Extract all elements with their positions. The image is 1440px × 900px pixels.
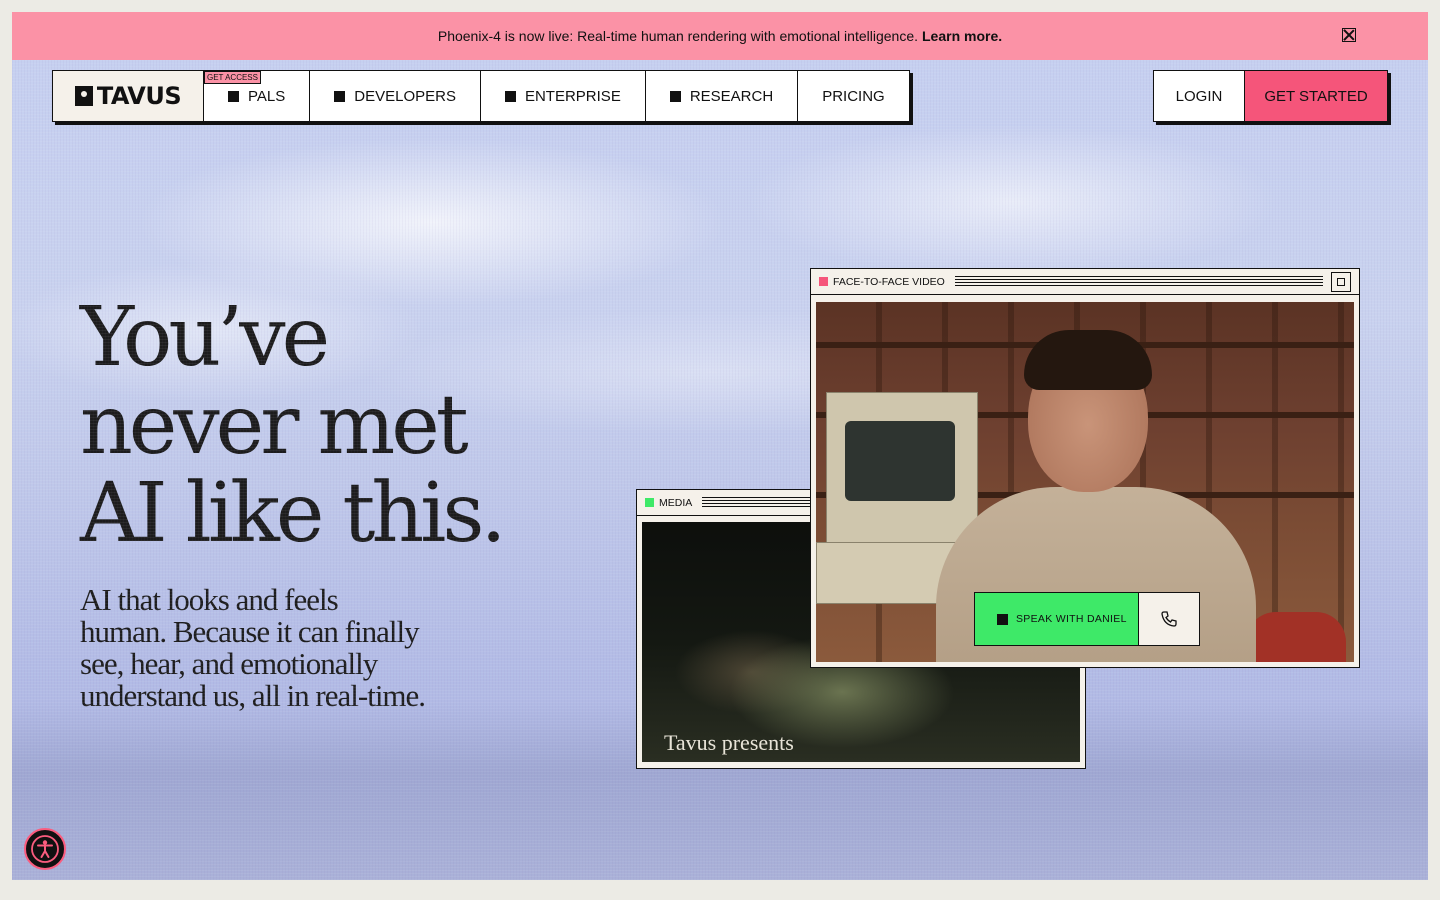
square-icon <box>228 90 239 102</box>
main-nav: TAVUS GET ACCESS PALS DEVELOPERS ENTERPR… <box>52 70 910 122</box>
nav-item-label: DEVELOPERS <box>354 87 456 105</box>
green-indicator-icon <box>645 498 654 507</box>
get-started-button[interactable]: GET STARTED <box>1245 71 1387 121</box>
square-icon <box>669 90 681 102</box>
avatar-hair <box>1024 330 1152 390</box>
chair <box>1246 612 1346 662</box>
video-window-titlebar: FACE-TO-FACE VIDEO <box>811 269 1359 295</box>
video-window-title: FACE-TO-FACE VIDEO <box>833 275 945 288</box>
pink-indicator-icon <box>819 277 828 286</box>
tavus-logo[interactable]: TAVUS <box>53 71 204 121</box>
close-icon[interactable] <box>1342 28 1356 42</box>
headline-line: never met <box>80 378 469 473</box>
hero-frame: Phoenix-4 is now live: Real-time human r… <box>12 12 1428 880</box>
logo-text: TAVUS <box>96 82 182 110</box>
square-icon <box>334 90 346 102</box>
nav-item-label: ENTERPRISE <box>524 87 621 105</box>
nav-item-label: PALS <box>248 87 286 105</box>
accessibility-icon <box>31 835 59 863</box>
media-window-title: MEDIA <box>659 496 693 509</box>
nav-item-pricing[interactable]: PRICING <box>798 71 909 121</box>
headline-line: You’ve <box>80 290 330 385</box>
accessibility-button[interactable] <box>24 828 66 870</box>
square-icon <box>997 613 1008 625</box>
titlebar-stripes <box>954 276 1323 287</box>
tavus-logo-mark-icon <box>74 86 93 106</box>
headline-line: AI like this. <box>80 466 507 561</box>
get-access-badge: GET ACCESS <box>204 71 261 84</box>
retro-computer <box>826 392 978 544</box>
speak-with-daniel-button[interactable]: SPEAK WITH DANIEL <box>975 593 1139 645</box>
speak-button-label: SPEAK WITH DANIEL <box>1016 613 1127 625</box>
maximize-icon[interactable] <box>1331 271 1351 292</box>
phone-icon <box>1161 611 1177 627</box>
nav-item-developers[interactable]: DEVELOPERS <box>310 71 481 121</box>
video-feed: SPEAK WITH DANIEL <box>816 302 1354 662</box>
nav-item-enterprise[interactable]: ENTERPRISE <box>481 71 646 121</box>
hero-subhead: AI that looks and feels human. Because i… <box>80 582 426 713</box>
banner-learn-more-link[interactable]: Learn more. <box>922 28 1002 44</box>
call-button[interactable] <box>1139 593 1199 645</box>
crt-screen <box>845 421 955 501</box>
face-to-face-video-window[interactable]: FACE-TO-FACE VIDEO SPEAK WITH DANIEL <box>810 268 1360 668</box>
square-icon <box>504 90 516 102</box>
banner-message: Phoenix-4 is now live: Real-time human r… <box>437 28 918 44</box>
nav-item-pals[interactable]: GET ACCESS PALS <box>204 71 311 121</box>
announcement-banner: Phoenix-4 is now live: Real-time human r… <box>12 12 1428 60</box>
login-button[interactable]: LOGIN <box>1154 71 1245 121</box>
nav-item-label: PRICING <box>822 87 885 105</box>
auth-nav: LOGIN GET STARTED <box>1153 70 1388 122</box>
nav-item-research[interactable]: RESEARCH <box>646 71 799 121</box>
hero-headline: You’ve never met AI like this. <box>80 294 600 558</box>
speak-controls: SPEAK WITH DANIEL <box>974 592 1200 646</box>
nav-item-label: RESEARCH <box>689 87 774 105</box>
media-caption: Tavus presents <box>664 730 794 755</box>
